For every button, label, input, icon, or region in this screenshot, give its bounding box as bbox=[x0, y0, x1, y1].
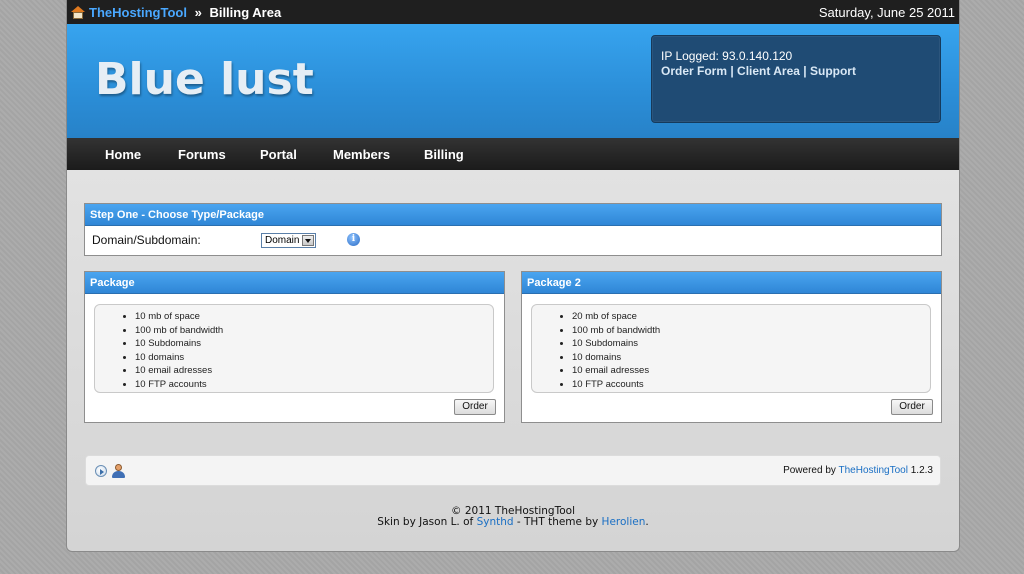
order-button[interactable]: Order bbox=[891, 399, 933, 415]
package-features: 20 mb of space 100 mb of bandwidth 10 Su… bbox=[531, 304, 931, 393]
brand-link[interactable]: TheHostingTool bbox=[89, 5, 187, 20]
skin-prefix: Skin by Jason L. of bbox=[377, 516, 477, 528]
skin-credit: Skin by Jason L. of Synthd - THT theme b… bbox=[67, 517, 959, 528]
breadcrumb: TheHostingTool » Billing Area bbox=[71, 5, 281, 20]
list-item: 10 Subdomains bbox=[572, 337, 930, 351]
nav-billing[interactable]: Billing bbox=[424, 147, 464, 162]
package-card: Package 2 20 mb of space 100 mb of bandw… bbox=[521, 271, 942, 423]
list-item: 10 email adresses bbox=[135, 364, 493, 378]
nav-home[interactable]: Home bbox=[105, 147, 178, 162]
herolien-link[interactable]: Herolien bbox=[602, 516, 646, 528]
list-item: 20 mb of space bbox=[572, 310, 930, 324]
synthd-link[interactable]: Synthd bbox=[477, 516, 514, 528]
list-item: 10 domains bbox=[572, 351, 930, 365]
site-header: Blue lust IP Logged: 93.0.140.120 Order … bbox=[67, 24, 959, 138]
breadcrumb-separator: » bbox=[190, 4, 206, 20]
quick-links: Order Form | Client Area | Support bbox=[661, 64, 931, 79]
nav-members[interactable]: Members bbox=[333, 147, 424, 162]
footer-bar: Powered by TheHostingTool 1.2.3 bbox=[85, 455, 941, 486]
step-one-panel: Step One - Choose Type/Package Domain/Su… bbox=[84, 203, 942, 256]
skin-middle: - THT theme by bbox=[513, 516, 602, 528]
site-title: Blue lust bbox=[95, 54, 314, 105]
client-area-link[interactable]: Client Area bbox=[737, 64, 800, 78]
page-wrapper: TheHostingTool » Billing Area Saturday, … bbox=[66, 0, 960, 552]
step-one-title: Step One - Choose Type/Package bbox=[85, 204, 941, 226]
package-title: Package 2 bbox=[522, 272, 941, 294]
list-item: 10 FTP accounts bbox=[572, 378, 930, 392]
user-info-box: IP Logged: 93.0.140.120 Order Form | Cli… bbox=[651, 35, 941, 123]
link-separator: | bbox=[799, 64, 810, 78]
copyright: © 2011 TheHostingTool Skin by Jason L. o… bbox=[67, 506, 959, 528]
nav-portal[interactable]: Portal bbox=[260, 147, 333, 162]
domain-type-label: Domain/Subdomain: bbox=[92, 233, 201, 247]
package-card: Package 10 mb of space 100 mb of bandwid… bbox=[84, 271, 505, 423]
domain-type-row: Domain/Subdomain: bbox=[85, 226, 941, 254]
domain-type-value: Domain bbox=[265, 235, 300, 246]
powered-prefix: Powered by bbox=[783, 465, 839, 476]
list-item: 10 mb of space bbox=[135, 310, 493, 324]
breadcrumb-current: Billing Area bbox=[209, 4, 282, 20]
list-item: 10 email adresses bbox=[572, 364, 930, 378]
package-title: Package bbox=[85, 272, 504, 294]
powered-by: Powered by TheHostingTool 1.2.3 bbox=[783, 465, 933, 476]
main-nav: Home Forums Portal Members Billing bbox=[67, 138, 959, 170]
list-item: 10 FTP accounts bbox=[135, 378, 493, 392]
skin-suffix: . bbox=[645, 516, 649, 528]
order-form-link[interactable]: Order Form bbox=[661, 64, 727, 78]
list-item: 100 mb of bandwidth bbox=[572, 324, 930, 338]
order-button[interactable]: Order bbox=[454, 399, 496, 415]
nav-forums[interactable]: Forums bbox=[178, 147, 260, 162]
list-item: 100 mb of bandwidth bbox=[135, 324, 493, 338]
tht-link[interactable]: TheHostingTool bbox=[838, 465, 907, 476]
domain-type-select[interactable]: Domain bbox=[261, 233, 316, 248]
current-date: Saturday, June 25 2011 bbox=[818, 4, 955, 20]
link-separator: | bbox=[727, 64, 738, 78]
play-circle-icon[interactable] bbox=[95, 465, 107, 477]
chevron-down-icon[interactable] bbox=[302, 235, 314, 246]
info-icon[interactable]: i bbox=[347, 233, 360, 246]
home-icon[interactable] bbox=[71, 5, 85, 19]
list-item: 10 domains bbox=[135, 351, 493, 365]
support-link[interactable]: Support bbox=[810, 64, 856, 78]
ip-logged: IP Logged: 93.0.140.120 bbox=[661, 49, 793, 63]
package-features: 10 mb of space 100 mb of bandwidth 10 Su… bbox=[94, 304, 494, 393]
list-item: 10 Subdomains bbox=[135, 337, 493, 351]
user-icon[interactable] bbox=[112, 464, 125, 478]
powered-version: 1.2.3 bbox=[907, 465, 933, 476]
top-bar: TheHostingTool » Billing Area Saturday, … bbox=[67, 0, 959, 24]
